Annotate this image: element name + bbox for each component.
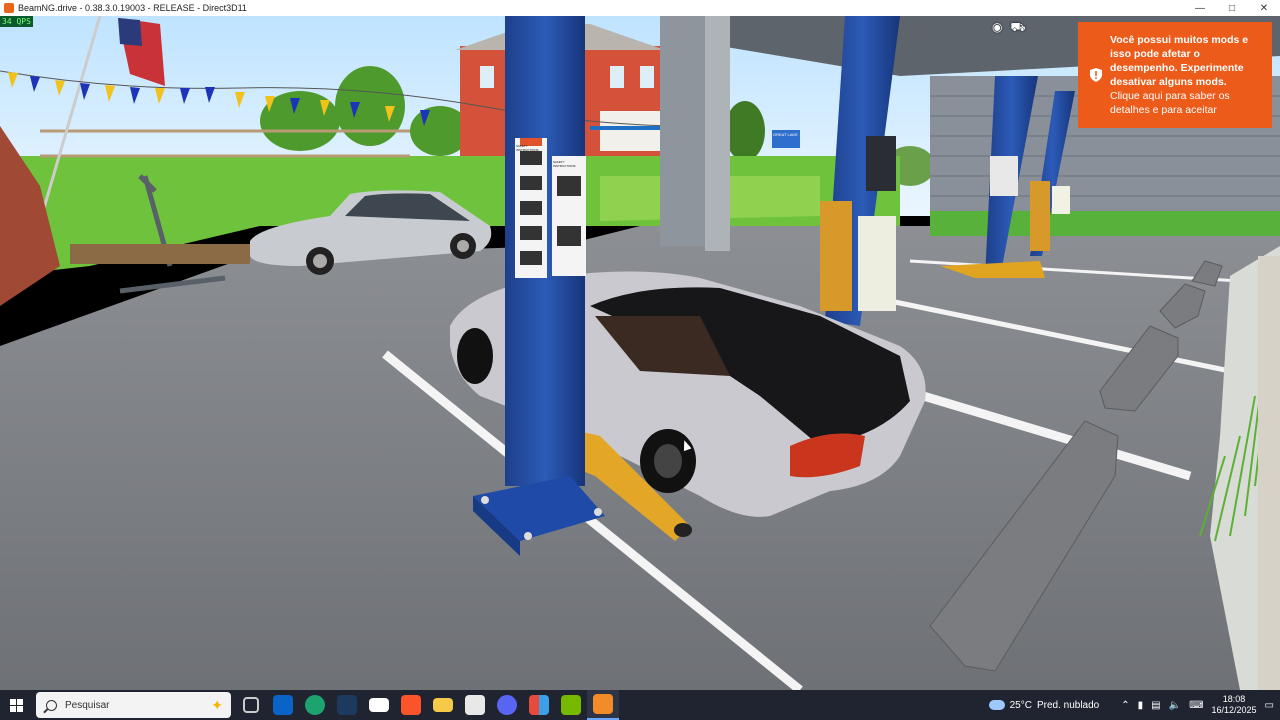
notification-link[interactable]: Clique aqui para saber os detalhes e par… bbox=[1110, 89, 1262, 117]
lake-banner-text: GREAT LAKE bbox=[773, 132, 798, 137]
search-placeholder: Pesquisar bbox=[65, 699, 110, 711]
system-tray: 25°C Pred. nublado ⌃ ▮ ▤ 🔈 ⌨ 18:08 16/12… bbox=[988, 694, 1280, 716]
steam-button[interactable] bbox=[331, 690, 363, 720]
task-view-button[interactable] bbox=[235, 690, 267, 720]
keyboard-icon[interactable]: ⌨ bbox=[1189, 700, 1203, 711]
app-grid-icon bbox=[529, 695, 549, 715]
edge-button[interactable] bbox=[299, 690, 331, 720]
brave-icon bbox=[401, 695, 421, 715]
windows-icon bbox=[9, 698, 23, 712]
shield-alert-icon bbox=[1090, 68, 1102, 82]
safety-sign-1: SAFETY INSTRUCTIONS bbox=[516, 144, 539, 152]
task-view-icon bbox=[243, 697, 259, 713]
store-button[interactable] bbox=[459, 690, 491, 720]
file-explorer-button[interactable] bbox=[363, 690, 395, 720]
nvidia-icon bbox=[561, 695, 581, 715]
brave-button[interactable] bbox=[395, 690, 427, 720]
fps-counter: 34 QPS bbox=[0, 16, 33, 27]
taskbar: Pesquisar ✦ 25°C Pred. nublado ⌃ ▮ ▤ 🔈 ⌨… bbox=[0, 690, 1280, 720]
window-icon bbox=[369, 698, 389, 712]
eye-icon[interactable]: ◉ bbox=[992, 20, 1002, 36]
steam-icon bbox=[337, 695, 357, 715]
usb-icon[interactable]: ▮ bbox=[1138, 700, 1144, 711]
files-button[interactable] bbox=[427, 690, 459, 720]
store-icon bbox=[465, 695, 485, 715]
folder-icon bbox=[433, 698, 453, 712]
window-title: BeamNG.drive - 0.38.3.0.19003 - RELEASE … bbox=[18, 3, 247, 13]
close-button[interactable]: ✕ bbox=[1248, 0, 1280, 16]
search-box[interactable]: Pesquisar ✦ bbox=[36, 692, 231, 718]
clock[interactable]: 18:08 16/12/2025 bbox=[1212, 694, 1257, 716]
volume-icon[interactable]: 🔈 bbox=[1169, 700, 1181, 711]
clock-date: 16/12/2025 bbox=[1211, 705, 1257, 715]
nvidia-button[interactable] bbox=[555, 690, 587, 720]
window-title-bar: BeamNG.drive - 0.38.3.0.19003 - RELEASE … bbox=[0, 0, 1280, 16]
start-button[interactable] bbox=[0, 690, 32, 720]
copilot-sparkle-icon: ✦ bbox=[211, 696, 223, 713]
vehicle-icon[interactable]: ⛟ bbox=[1010, 20, 1025, 36]
hud-icons: ◉ ⛟ bbox=[992, 20, 1026, 36]
log bbox=[70, 244, 250, 264]
safety-sign-2: SAFETY INSTRUCTIONS bbox=[553, 160, 576, 168]
cloud-icon bbox=[988, 700, 1005, 710]
outlook-icon bbox=[273, 695, 293, 715]
weather-widget[interactable]: 25°C Pred. nublado bbox=[988, 699, 1100, 711]
network-icon[interactable]: ▤ bbox=[1151, 700, 1160, 711]
beamng-taskbar-button[interactable] bbox=[587, 690, 619, 720]
outlook-button[interactable] bbox=[267, 690, 299, 720]
notifications-icon[interactable]: ▭ bbox=[1265, 700, 1274, 711]
beamng-icon bbox=[593, 694, 613, 714]
edge-icon bbox=[305, 695, 325, 715]
weather-temp: 25°C bbox=[1009, 699, 1032, 711]
maximize-button[interactable]: □ bbox=[1216, 0, 1248, 16]
minimize-button[interactable]: — bbox=[1184, 0, 1216, 16]
notification-message: Você possui muitos mods e isso pode afet… bbox=[1110, 34, 1249, 88]
beamng-app-icon bbox=[4, 3, 14, 13]
search-icon bbox=[46, 699, 57, 711]
discord-button[interactable] bbox=[491, 690, 523, 720]
weather-condition: Pred. nublado bbox=[1036, 699, 1100, 711]
clock-time: 18:08 bbox=[1222, 694, 1246, 704]
mods-warning-notification[interactable]: Você possui muitos mods e isso pode afet… bbox=[1078, 22, 1272, 128]
app-grid-button[interactable] bbox=[523, 690, 555, 720]
chevron-up-icon[interactable]: ⌃ bbox=[1121, 700, 1129, 711]
discord-icon bbox=[497, 695, 517, 715]
